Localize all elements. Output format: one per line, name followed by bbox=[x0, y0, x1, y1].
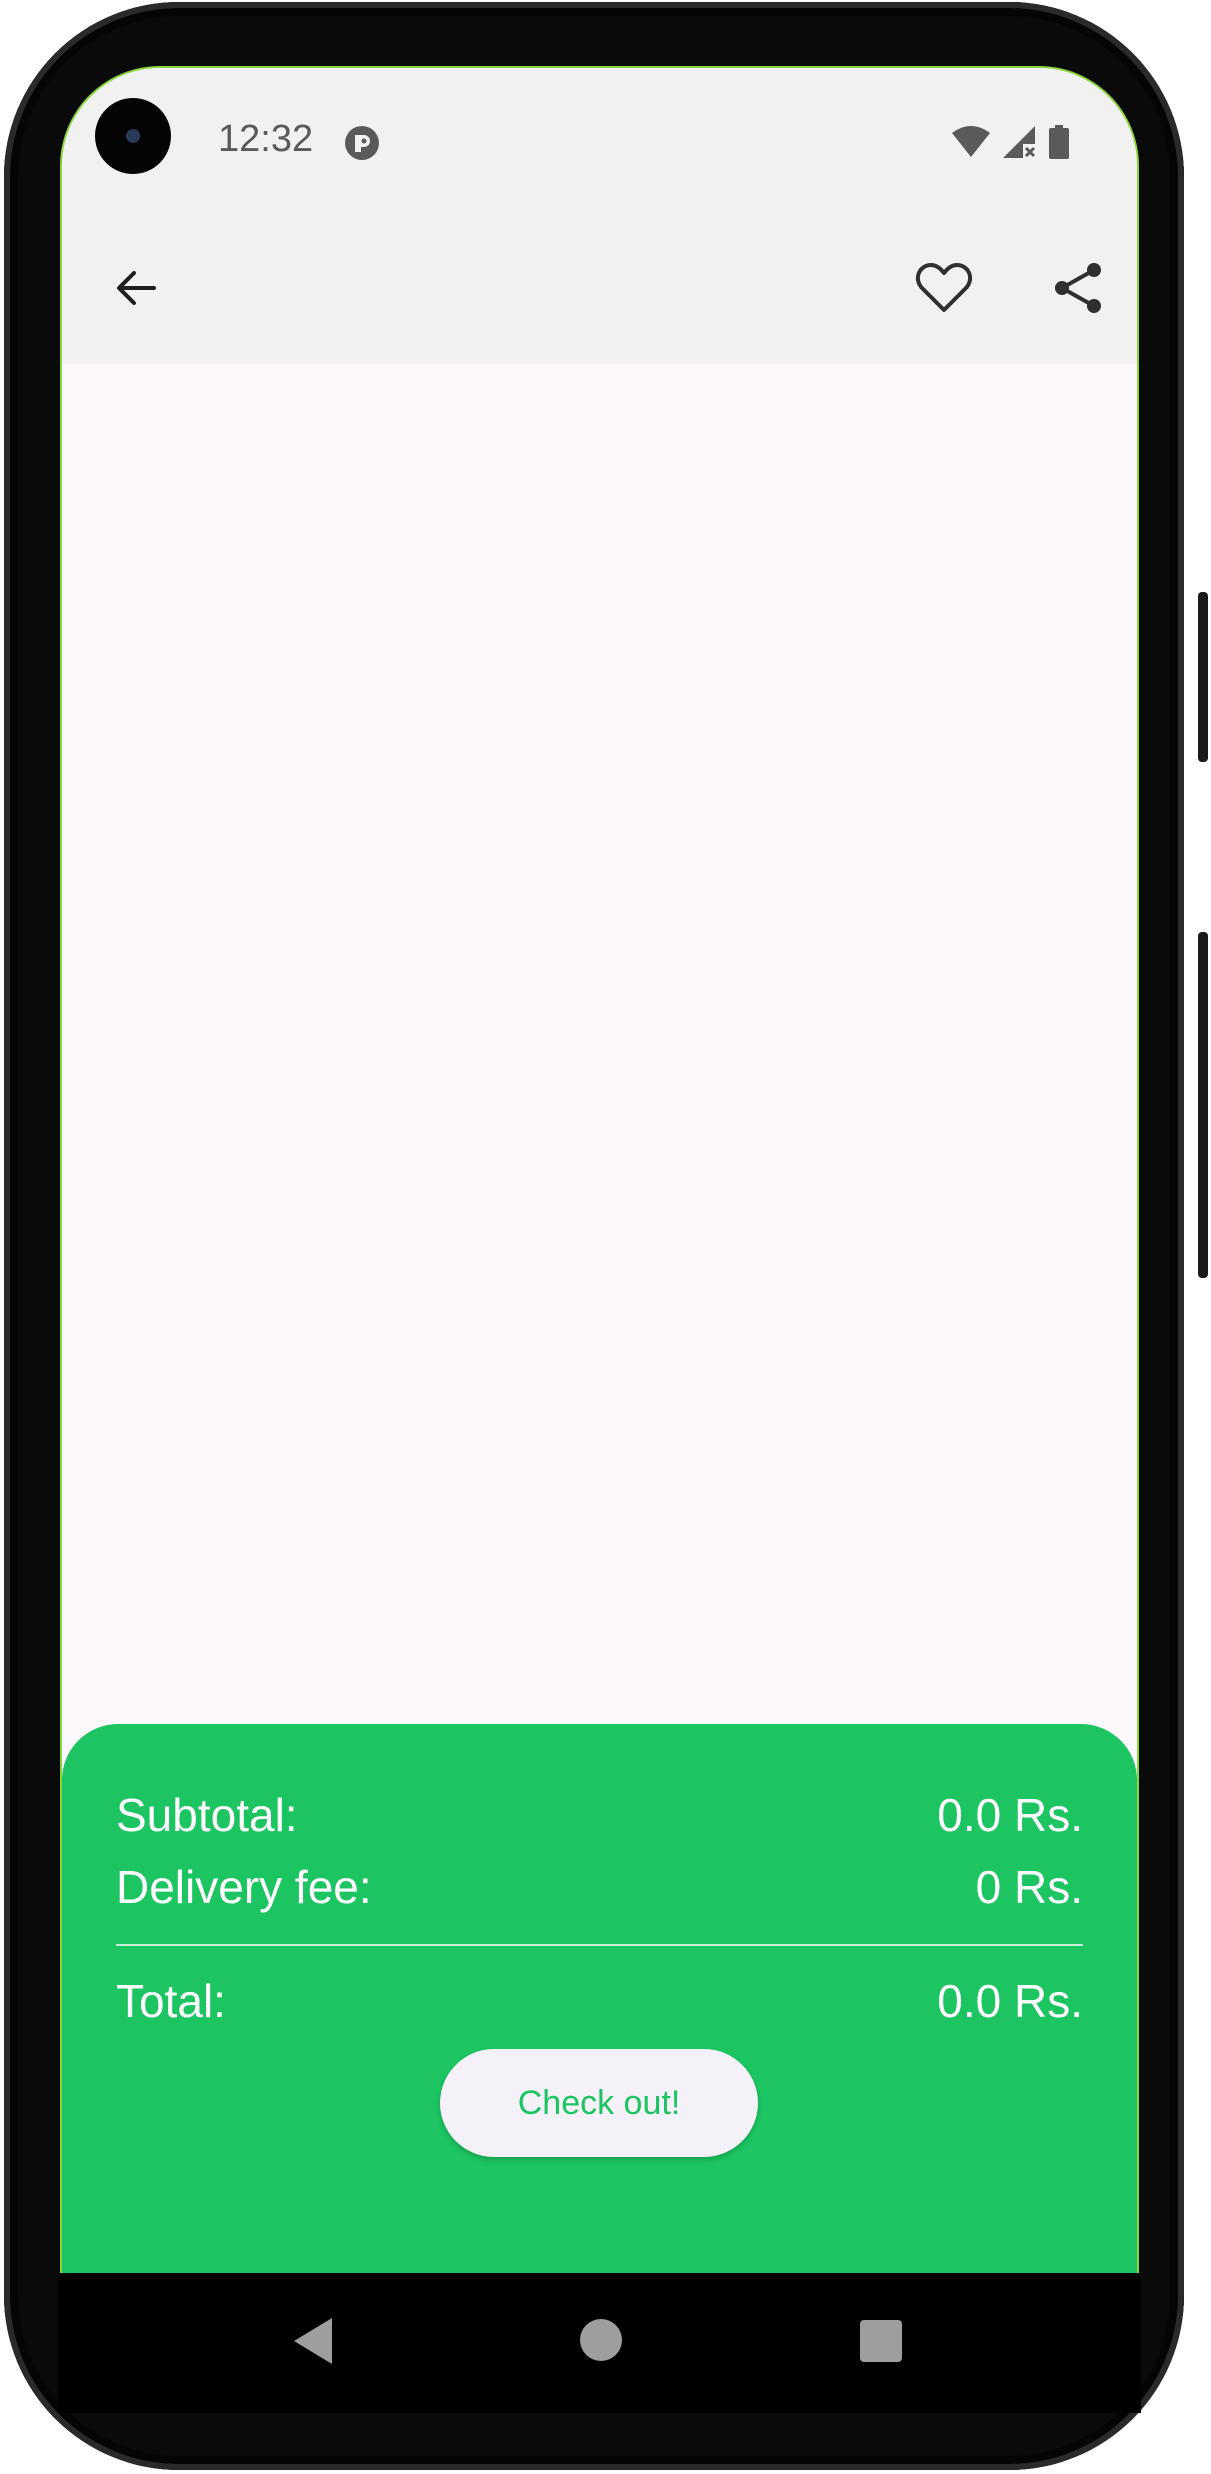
checkout-button[interactable]: Check out! bbox=[440, 2049, 758, 2157]
total-label: Total: bbox=[116, 1975, 226, 2027]
front-camera bbox=[95, 98, 171, 174]
order-summary-panel: Subtotal: 0.0 Rs. Delivery fee: 0 Rs. To… bbox=[62, 1724, 1137, 2273]
app-bar: 12:32 bbox=[62, 68, 1137, 364]
delivery-fee-label: Delivery fee: bbox=[116, 1861, 372, 1913]
battery-icon bbox=[1049, 125, 1069, 159]
subtotal-row: Subtotal: 0.0 Rs. bbox=[116, 1788, 1083, 1842]
subtotal-label: Subtotal: bbox=[116, 1789, 298, 1841]
wifi-icon bbox=[952, 126, 990, 157]
share-button[interactable] bbox=[1048, 258, 1108, 318]
delivery-fee-value: 0 Rs. bbox=[975, 1861, 1083, 1913]
back-button[interactable] bbox=[106, 258, 166, 318]
subtotal-value: 0.0 Rs. bbox=[937, 1789, 1083, 1841]
share-icon bbox=[1055, 263, 1101, 313]
nav-recents-icon[interactable] bbox=[860, 2320, 902, 2362]
status-time: 12:32 bbox=[218, 118, 314, 160]
favorite-button[interactable] bbox=[914, 258, 974, 318]
app-screen: 12:32 Subtotal: 0.0 Rs. Delivery fee: 0 … bbox=[60, 66, 1139, 2273]
status-icons bbox=[951, 124, 1071, 160]
total-row: Total: 0.0 Rs. bbox=[116, 1974, 1083, 2028]
back-arrow-icon bbox=[117, 271, 156, 305]
app-notification-icon bbox=[345, 126, 379, 160]
nav-back-icon[interactable] bbox=[294, 2318, 332, 2364]
summary-divider bbox=[116, 1944, 1083, 1946]
nav-home-icon[interactable] bbox=[580, 2319, 622, 2361]
signal-icon bbox=[1003, 126, 1036, 158]
volume-button bbox=[1198, 932, 1208, 1278]
cart-items-area bbox=[62, 364, 1137, 1724]
total-value: 0.0 Rs. bbox=[937, 1975, 1083, 2027]
heart-icon bbox=[915, 263, 973, 312]
delivery-fee-row: Delivery fee: 0 Rs. bbox=[116, 1860, 1083, 1914]
power-button bbox=[1198, 592, 1208, 762]
system-nav-bar bbox=[58, 2273, 1141, 2413]
